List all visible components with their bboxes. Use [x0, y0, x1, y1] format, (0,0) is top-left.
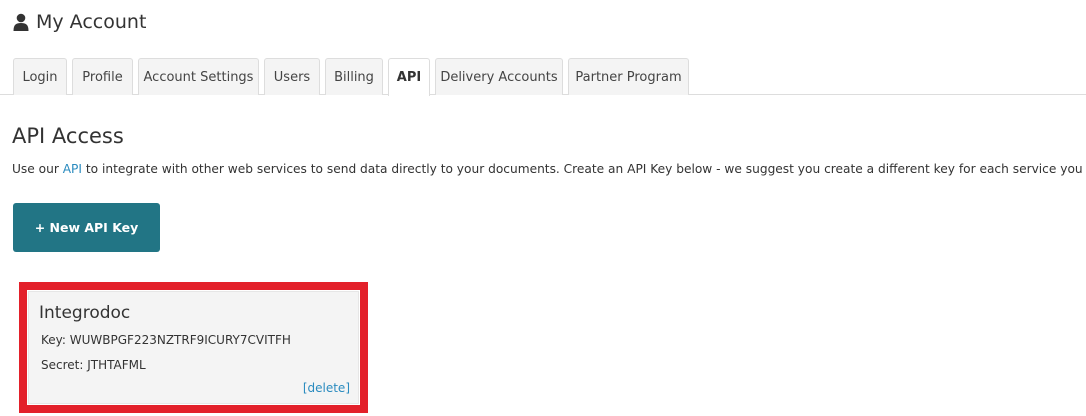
tab-partner-program[interactable]: Partner Program: [568, 58, 689, 95]
page-title-text: My Account: [36, 11, 147, 33]
tab-delivery-accounts[interactable]: Delivery Accounts: [435, 58, 563, 95]
delete-key-link[interactable]: [delete]: [303, 381, 350, 395]
account-tabs: Login Profile Account Settings Users Bil…: [0, 58, 1086, 96]
user-icon: [13, 13, 29, 31]
api-key-name: Integrodoc: [39, 303, 131, 323]
api-secret-row: Secret: JTHTAFML: [41, 358, 146, 372]
page-title: My Account: [13, 8, 146, 36]
description-text-after: to integrate with other web services to …: [82, 162, 1086, 176]
api-key-card: Integrodoc Key: WUWBPGF223NZTRF9ICURY7CV…: [28, 291, 359, 404]
description-text-before: Use our: [12, 162, 63, 176]
tab-login[interactable]: Login: [13, 58, 67, 95]
tab-account-settings[interactable]: Account Settings: [138, 58, 259, 95]
section-title: API Access: [12, 124, 124, 148]
api-key-label: Key:: [41, 333, 66, 347]
api-description: Use our API to integrate with other web …: [12, 162, 1086, 176]
tab-users[interactable]: Users: [264, 58, 320, 95]
new-api-key-button[interactable]: + New API Key: [13, 203, 160, 252]
tab-billing[interactable]: Billing: [325, 58, 383, 95]
api-key-row: Key: WUWBPGF223NZTRF9ICURY7CVITFH: [41, 333, 291, 347]
tab-profile[interactable]: Profile: [72, 58, 133, 95]
api-secret-value: JTHTAFML: [87, 358, 146, 372]
account-page: My Account Login Profile Account Setting…: [0, 0, 1086, 416]
api-secret-label: Secret:: [41, 358, 84, 372]
api-docs-link[interactable]: API: [63, 162, 82, 176]
api-key-value: WUWBPGF223NZTRF9ICURY7CVITFH: [69, 333, 291, 347]
tab-api[interactable]: API: [388, 58, 430, 96]
